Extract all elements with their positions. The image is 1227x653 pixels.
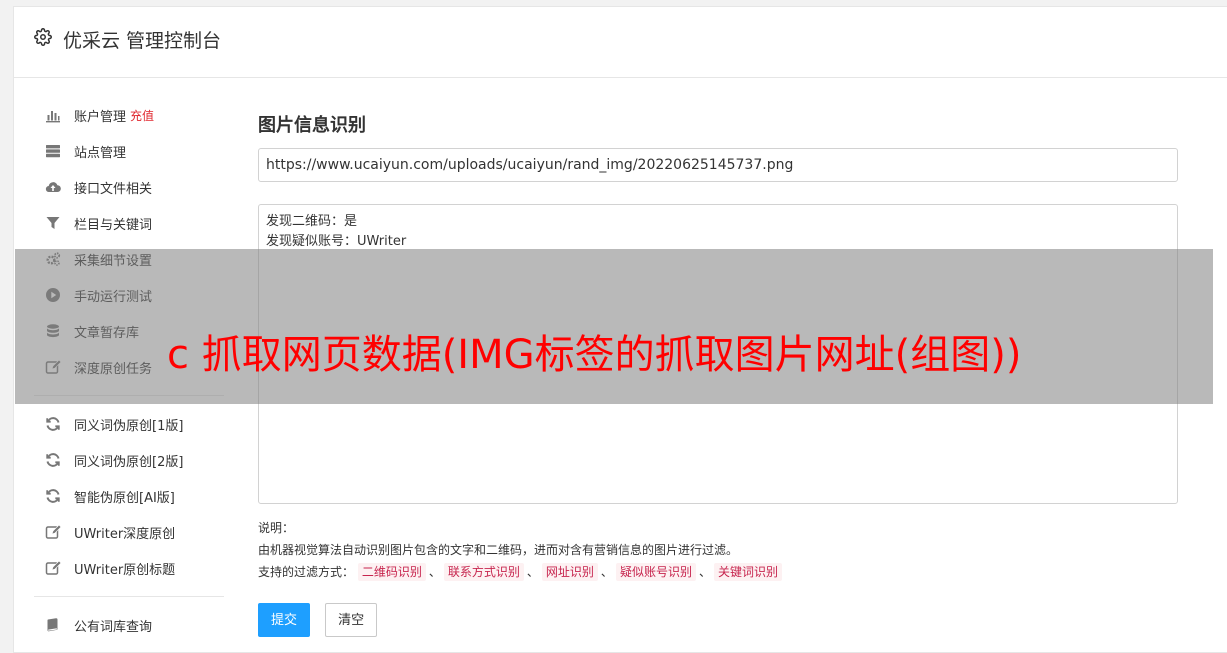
sidebar-item-label: 公有词库查询: [74, 619, 153, 635]
description-text: 由机器视觉算法自动识别图片包含的文字和二维码，进而对含有营销信息的图片进行过滤。: [258, 543, 739, 557]
page-title: 优采云 管理控制台: [63, 30, 222, 52]
cloud-upload-icon: [44, 178, 62, 196]
sidebar-item[interactable]: 公有词库查询: [34, 607, 224, 643]
sidebar-item-label: UWriter深度原创: [74, 526, 176, 542]
action-buttons: 提交 清空: [258, 603, 387, 637]
section-title: 图片信息识别: [258, 115, 366, 136]
image-url-input[interactable]: [258, 148, 1178, 182]
sidebar-item[interactable]: 站点管理: [34, 133, 224, 169]
sidebar-item[interactable]: 账户管理 充值: [34, 97, 224, 133]
sidebar-divider: [34, 596, 224, 597]
result-line: 发现二维码：是: [266, 214, 358, 229]
book-icon: [44, 616, 62, 634]
filter-separator: 、: [698, 565, 711, 579]
sidebar-item-label: 接口文件相关: [74, 181, 153, 197]
clear-button[interactable]: 清空: [325, 603, 378, 637]
sidebar-item[interactable]: 接口文件相关: [34, 169, 224, 205]
edit-icon: [44, 523, 62, 541]
sidebar-item[interactable]: 同义词伪原创[1版]: [34, 406, 224, 442]
refresh-icon: [44, 451, 62, 469]
filter-tag: 关键词识别: [713, 563, 782, 581]
sidebar-item-label: 同义词伪原创[2版]: [74, 454, 184, 470]
bar-chart-icon: [44, 106, 62, 124]
filter-icon: [44, 214, 62, 232]
filter-tag: 二维码识别: [357, 563, 426, 581]
sidebar-item-label: 同义词伪原创[1版]: [74, 418, 184, 434]
gear-icon: [34, 28, 52, 46]
filter-tag: 疑似账号识别: [615, 563, 696, 581]
submit-button[interactable]: 提交: [258, 603, 311, 637]
filter-methods-label: 支持的过滤方式：: [258, 565, 355, 579]
overlay-title: c 抓取网页数据(IMG标签的抓取图片网址(组图)): [167, 332, 1022, 378]
sidebar-item[interactable]: UWriter原创标题: [34, 550, 224, 586]
filter-tag: 网址识别: [541, 563, 598, 581]
sidebar-item-label: 智能伪原创[AI版]: [74, 490, 175, 506]
server-icon: [44, 142, 62, 160]
refresh-icon: [44, 415, 62, 433]
sidebar-item-label: UWriter原创标题: [74, 562, 176, 578]
sidebar-item-label: 栏目与关键词: [74, 217, 153, 233]
sidebar-item[interactable]: 智能伪原创[AI版]: [34, 478, 224, 514]
description: 说明： 由机器视觉算法自动识别图片包含的文字和二维码，进而对含有营销信息的图片进…: [258, 517, 782, 583]
refresh-icon: [44, 487, 62, 505]
recharge-link[interactable]: 充值: [130, 107, 154, 124]
sidebar-item[interactable]: 栏目与关键词: [34, 205, 224, 241]
header: 优采云 管理控制台: [14, 7, 1227, 78]
filter-separator: 、: [428, 565, 441, 579]
filter-tag: 联系方式识别: [443, 563, 524, 581]
filter-separator: 、: [526, 565, 539, 579]
edit-icon: [44, 559, 62, 577]
filter-methods: 支持的过滤方式： 二维码识别、联系方式识别、网址识别、疑似账号识别、关键词识别: [258, 561, 782, 583]
sidebar-item-label: 账户管理: [74, 109, 127, 125]
filter-separator: 、: [600, 565, 613, 579]
sidebar-item[interactable]: 同义词伪原创[2版]: [34, 442, 224, 478]
sidebar-item[interactable]: UWriter深度原创: [34, 514, 224, 550]
sidebar-item-label: 站点管理: [74, 145, 127, 161]
description-label: 说明：: [258, 521, 295, 535]
